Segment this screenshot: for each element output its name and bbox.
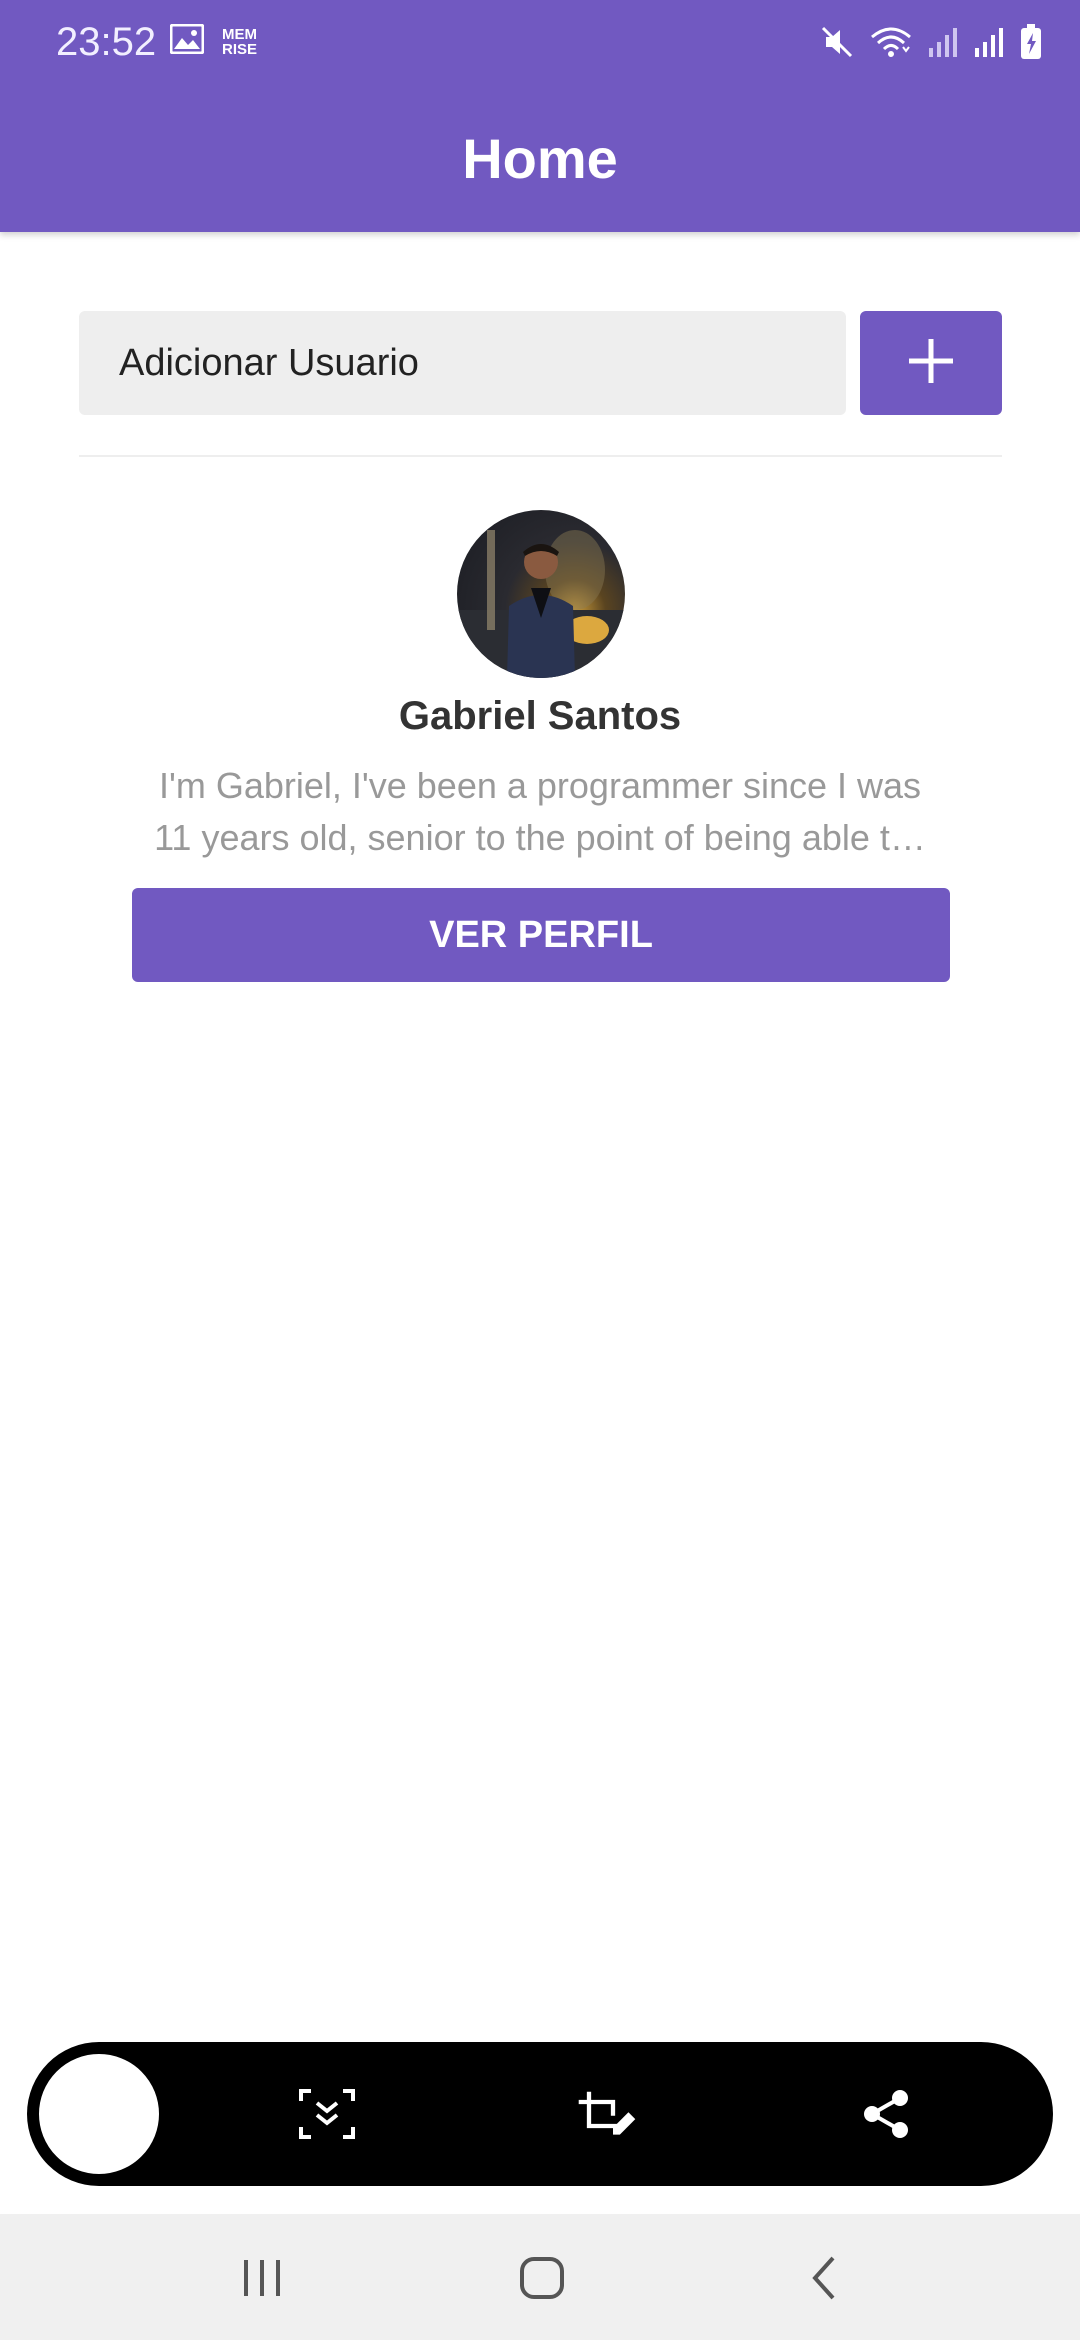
home-screen: 23:52 MEM RISE Home Adicionar Usuario Ga… — [0, 0, 1080, 2340]
user-name: Gabriel Santos — [398, 694, 682, 738]
add-user-input[interactable] — [79, 311, 846, 415]
image-icon — [169, 23, 205, 59]
home-icon[interactable] — [512, 2252, 572, 2304]
status-time: 23:52 — [56, 20, 157, 64]
memrise-line1: MEM — [222, 25, 257, 43]
plus-icon — [906, 336, 956, 391]
signal-icon — [928, 26, 958, 63]
mute-icon — [820, 25, 854, 64]
status-left-icons: MEM RISE — [169, 23, 257, 59]
toolbar-handle[interactable] — [35, 2050, 163, 2178]
memrise-icon: MEM RISE — [222, 27, 257, 57]
recents-icon[interactable] — [232, 2252, 292, 2304]
share-icon[interactable] — [857, 2086, 917, 2142]
status-right-icons — [820, 24, 1042, 65]
screenshot-toolbar — [27, 2042, 1053, 2186]
add-user-button[interactable] — [860, 311, 1002, 415]
scroll-capture-icon[interactable] — [297, 2086, 357, 2142]
system-nav-bar — [0, 2214, 1080, 2340]
page-title: Home — [462, 127, 618, 190]
crop-edit-icon[interactable] — [577, 2086, 637, 2142]
user-bio: I'm Gabriel, I've been a programmer sinc… — [154, 765, 926, 858]
avatar — [457, 510, 625, 678]
view-profile-button[interactable]: VER PERFIL — [132, 888, 950, 982]
status-bar: 23:52 MEM RISE — [0, 0, 1080, 86]
add-user-form — [79, 311, 1002, 415]
wifi-icon — [870, 25, 912, 64]
signal-icon — [974, 26, 1004, 63]
battery-charging-icon — [1020, 24, 1042, 65]
divider — [79, 455, 1002, 457]
back-icon[interactable] — [794, 2252, 854, 2304]
app-bar: 23:52 MEM RISE Home — [0, 0, 1080, 232]
memrise-line2: RISE — [222, 40, 258, 58]
